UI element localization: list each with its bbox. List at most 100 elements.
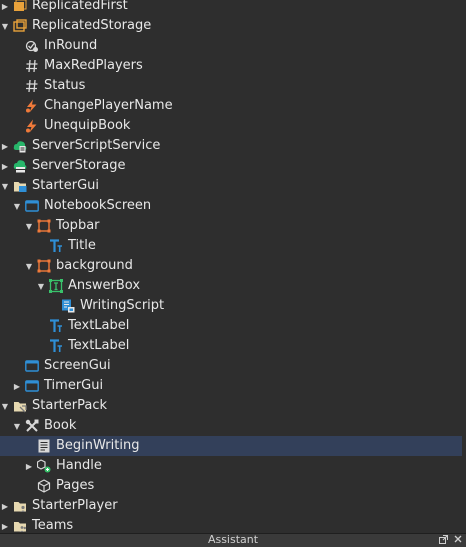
tree-row-label: Teams [32,518,74,533]
number-value-icon [24,58,40,74]
tool-icon [24,418,40,434]
tree-row-label: ServerStorage [32,158,126,173]
assistant-panel-header[interactable]: Assistant [0,533,466,547]
text-box-icon [48,278,64,294]
arrow-spacer [36,316,46,336]
expand-arrow-icon[interactable]: ▶ [0,516,10,534]
teams-icon [12,518,28,534]
tree-row-starterpack[interactable]: ▼ StarterPack [0,396,466,416]
arrow-spacer [12,36,22,56]
tree-row-screengui[interactable]: ScreenGui [0,356,466,376]
folder-pack-icon [12,398,28,414]
tree-row-label: ScreenGui [44,358,111,373]
tree-row-label: BeginWriting [56,438,140,453]
expand-arrow-icon[interactable]: ▶ [12,376,22,396]
scrollbar[interactable] [462,0,466,534]
tree-row-title[interactable]: Title [0,236,466,256]
tree-row-writingscript[interactable]: WritingScript [0,296,466,316]
expand-arrow-icon[interactable]: ▶ [0,496,10,516]
tree-row-label: ServerScriptService [32,138,161,153]
expand-arrow-icon[interactable]: ▶ [24,456,34,476]
tree-row-label: Title [68,238,96,253]
tree-row-label: ReplicatedFirst [32,0,128,13]
tree-row-status[interactable]: Status [0,76,466,96]
tree-row-label: MaxRedPlayers [44,58,143,73]
tree-row-label: AnswerBox [68,278,141,293]
tree-row-answerbox[interactable]: ▼ AnswerBox [0,276,466,296]
arrow-spacer [24,436,34,456]
tree-row-replicatedfirst[interactable]: ▶ ReplicatedFirst [0,0,466,16]
collapse-arrow-icon[interactable]: ▼ [36,276,46,296]
tree-row-serverstorage[interactable]: ▶ ServerStorage [0,156,466,176]
tree-row-label: WritingScript [80,298,165,313]
frame-icon [36,218,52,234]
popout-icon[interactable] [439,534,448,547]
collapse-arrow-icon[interactable]: ▼ [12,196,22,216]
collapse-arrow-icon[interactable]: ▼ [24,256,34,276]
tree-row-unequipbook[interactable]: UnequipBook [0,116,466,136]
tree-row-label: ReplicatedStorage [32,18,152,33]
tree-row-handle[interactable]: ▶ Handle [0,456,466,476]
tree-row-label: StarterPack [32,398,107,413]
expand-arrow-icon[interactable]: ▶ [0,0,10,16]
tree-row-label: UnequipBook [44,118,131,133]
tree-row-replicatedstorage[interactable]: ▼ ReplicatedStorage [0,16,466,36]
text-label-icon [48,338,64,354]
remote-event-icon [24,118,40,134]
tree-row-topbar[interactable]: ▼ Topbar [0,216,466,236]
tree-row-textlabel[interactable]: TextLabel [0,316,466,336]
tree-row-label: TextLabel [68,338,130,353]
tree-row-label: NotebookScreen [44,198,152,213]
tree-row-book[interactable]: ▼ Book [0,416,466,436]
tree-row-serverscriptservice[interactable]: ▶ ServerScriptService [0,136,466,156]
tree-row-starterplayer[interactable]: ▶ StarterPlayer [0,496,466,516]
tree-row-label: TextLabel [68,318,130,333]
collapse-arrow-icon[interactable]: ▼ [0,396,10,416]
collapse-arrow-icon[interactable]: ▼ [24,216,34,236]
arrow-spacer [12,116,22,136]
frame-icon [36,258,52,274]
tree-row-label: StarterGui [32,178,100,193]
local-script-icon [60,298,76,314]
server-storage-icon [12,158,28,174]
collapse-arrow-icon[interactable]: ▼ [0,16,10,36]
close-icon[interactable] [454,535,462,546]
tree-row-label: Topbar [56,218,100,233]
script-icon [36,438,52,454]
arrow-spacer [36,236,46,256]
tree-row-label: Book [44,418,77,433]
arrow-spacer [48,296,58,316]
text-label-icon [48,238,64,254]
tree-row-notebookscreen[interactable]: ▼ NotebookScreen [0,196,466,216]
server-script-service-icon [12,138,28,154]
part-icon [36,478,52,494]
tree-row-label: Pages [56,478,95,493]
tree-row-timergui[interactable]: ▶ TimerGui [0,376,466,396]
folder-player-icon [12,498,28,514]
arrow-spacer [12,96,22,116]
tree-row-beginwriting[interactable]: BeginWriting [0,436,466,456]
tree-row-textlabel[interactable]: TextLabel [0,336,466,356]
tree-row-background[interactable]: ▼ background [0,256,466,276]
collapse-arrow-icon[interactable]: ▼ [12,416,22,436]
tree-row-label: Status [44,78,86,93]
tree-row-startergui[interactable]: ▼ StarterGui [0,176,466,196]
number-value-icon [24,78,40,94]
collapse-arrow-icon[interactable]: ▼ [0,176,10,196]
part-handle-icon [36,458,52,474]
replicated-first-icon [12,0,28,14]
screen-gui-icon [24,358,40,374]
arrow-spacer [24,476,34,496]
expand-arrow-icon[interactable]: ▶ [0,136,10,156]
tree-row-inround[interactable]: InRound [0,36,466,56]
tree-row-label: background [56,258,133,273]
expand-arrow-icon[interactable]: ▶ [0,156,10,176]
tree-row-pages[interactable]: Pages [0,476,466,496]
arrow-spacer [12,356,22,376]
arrow-spacer [36,336,46,356]
arrow-spacer [12,56,22,76]
tree-row-maxredplayers[interactable]: MaxRedPlayers [0,56,466,76]
tree-row-teams[interactable]: ▶ Teams [0,516,466,534]
tree-row-changeplayername[interactable]: ChangePlayerName [0,96,466,116]
tree-row-label: TimerGui [44,378,104,393]
